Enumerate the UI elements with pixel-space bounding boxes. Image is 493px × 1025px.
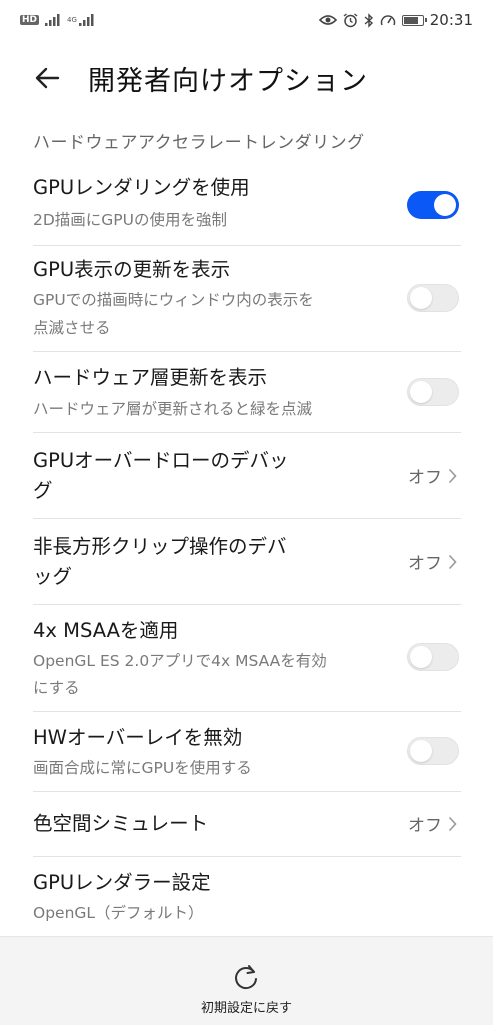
setting-title: HWオーバーレイを無効 [33,726,243,749]
app-bar: 開発者向けオプション [0,48,493,108]
reset-to-defaults-button[interactable]: 初期設定に戻す [180,947,313,1019]
signal-icon-secondary [78,14,94,26]
battery-icon [401,14,427,26]
setting-item-debug-gpu-overdraw[interactable]: GPUオーバードローのデバッ グ オフ [0,435,493,519]
setting-title: 色空間シミュレート [33,812,209,835]
bottom-action-bar: 初期設定に戻す [0,936,493,1025]
setting-item-show-gpu-view-updates[interactable]: GPU表示の更新を表示 GPUでの描画時にウィンドウ内の表示を 点滅させる [0,248,493,352]
setting-value-text: オフ [408,468,442,488]
section-header: ハードウェアアクセラレートレンダリング [33,133,365,153]
setting-subtitle-line1: GPUでの描画時にウィンドウ内の表示を [33,291,314,309]
divider [33,245,461,246]
setting-title: GPUレンダリングを使用 [33,176,250,199]
show-gpu-view-updates-toggle[interactable] [407,284,459,312]
divider [33,856,461,857]
setting-value-text: オフ [408,554,442,574]
force-4x-msaa-toggle[interactable] [407,643,459,671]
setting-subtitle-line1: OpenGL ES 2.0アプリで4x MSAAを有効 [33,652,327,670]
signal-icon [45,14,60,26]
divider [33,351,461,352]
setting-title: GPUレンダラー設定 [33,871,211,894]
show-hw-layer-updates-toggle[interactable] [407,378,459,406]
divider [33,432,461,433]
setting-value: オフ [408,811,457,836]
toggle-knob [410,740,432,762]
setting-item-simulate-color-space[interactable]: 色空間シミュレート オフ [0,794,493,856]
chevron-right-icon [448,816,457,831]
divider [33,711,461,712]
setting-title: 4x MSAAを適用 [33,619,179,642]
clock-time: 20:31 [429,11,473,29]
setting-title: GPU表示の更新を表示 [33,258,231,281]
disable-hw-overlays-toggle[interactable] [407,737,459,765]
setting-title: ハードウェア層更新を表示 [33,366,268,389]
setting-subtitle: 画面合成に常にGPUを使用する [33,759,252,777]
force-gpu-rendering-toggle[interactable] [407,191,459,219]
setting-item-gpu-renderer[interactable]: GPUレンダラー設定 OpenGL（デフォルト） [0,859,493,935]
network-type-label: 4G [67,16,77,24]
setting-item-show-hw-layer-updates[interactable]: ハードウェア層更新を表示 ハードウェア層が更新されると緑を点滅 [0,354,493,432]
back-arrow-icon[interactable] [34,65,60,91]
setting-value: オフ [408,463,457,488]
setting-subtitle-line2: にする [33,679,80,697]
toggle-knob [410,287,432,309]
divider [33,791,461,792]
status-bar: HD 4G 20:31 [0,0,493,40]
setting-subtitle-line2: 点滅させる [33,319,111,337]
setting-item-debug-non-rect-clip[interactable]: 非長方形クリップ操作のデバ ッグ オフ [0,521,493,605]
alarm-icon [343,12,358,27]
hd-voice-icon: HD [20,15,40,25]
setting-value: オフ [408,549,457,574]
divider [33,604,461,605]
bluetooth-icon [364,12,373,28]
setting-title-line1: 非長方形クリップ操作のデバ [33,535,287,558]
toggle-knob [434,194,456,216]
speed-gauge-icon [380,15,395,26]
setting-value-text: オフ [408,816,442,836]
setting-subtitle: ハードウェア層が更新されると緑を点滅 [33,400,313,418]
setting-subtitle: OpenGL（デフォルト） [33,904,204,922]
reset-label: 初期設定に戻す [200,1001,292,1016]
divider [33,518,461,519]
setting-subtitle: 2D描画にGPUの使用を強制 [33,211,228,229]
setting-title-line2: ッグ [33,565,73,588]
setting-item-force-gpu-rendering[interactable]: GPUレンダリングを使用 2D描画にGPUの使用を強制 [0,168,493,246]
chevron-right-icon [448,468,457,483]
reset-icon [235,965,257,990]
toggle-knob [410,646,432,668]
toggle-knob [410,381,432,403]
page-title: 開発者向けオプション [88,65,368,97]
setting-title-line2: グ [33,479,53,502]
setting-title-line1: GPUオーバードローのデバッ [33,449,289,472]
chevron-right-icon [448,554,457,569]
eye-comfort-icon [318,15,337,25]
setting-item-force-4x-msaa[interactable]: 4x MSAAを適用 OpenGL ES 2.0アプリで4x MSAAを有効 に… [0,607,493,711]
setting-item-disable-hw-overlays[interactable]: HWオーバーレイを無効 画面合成に常にGPUを使用する [0,714,493,792]
